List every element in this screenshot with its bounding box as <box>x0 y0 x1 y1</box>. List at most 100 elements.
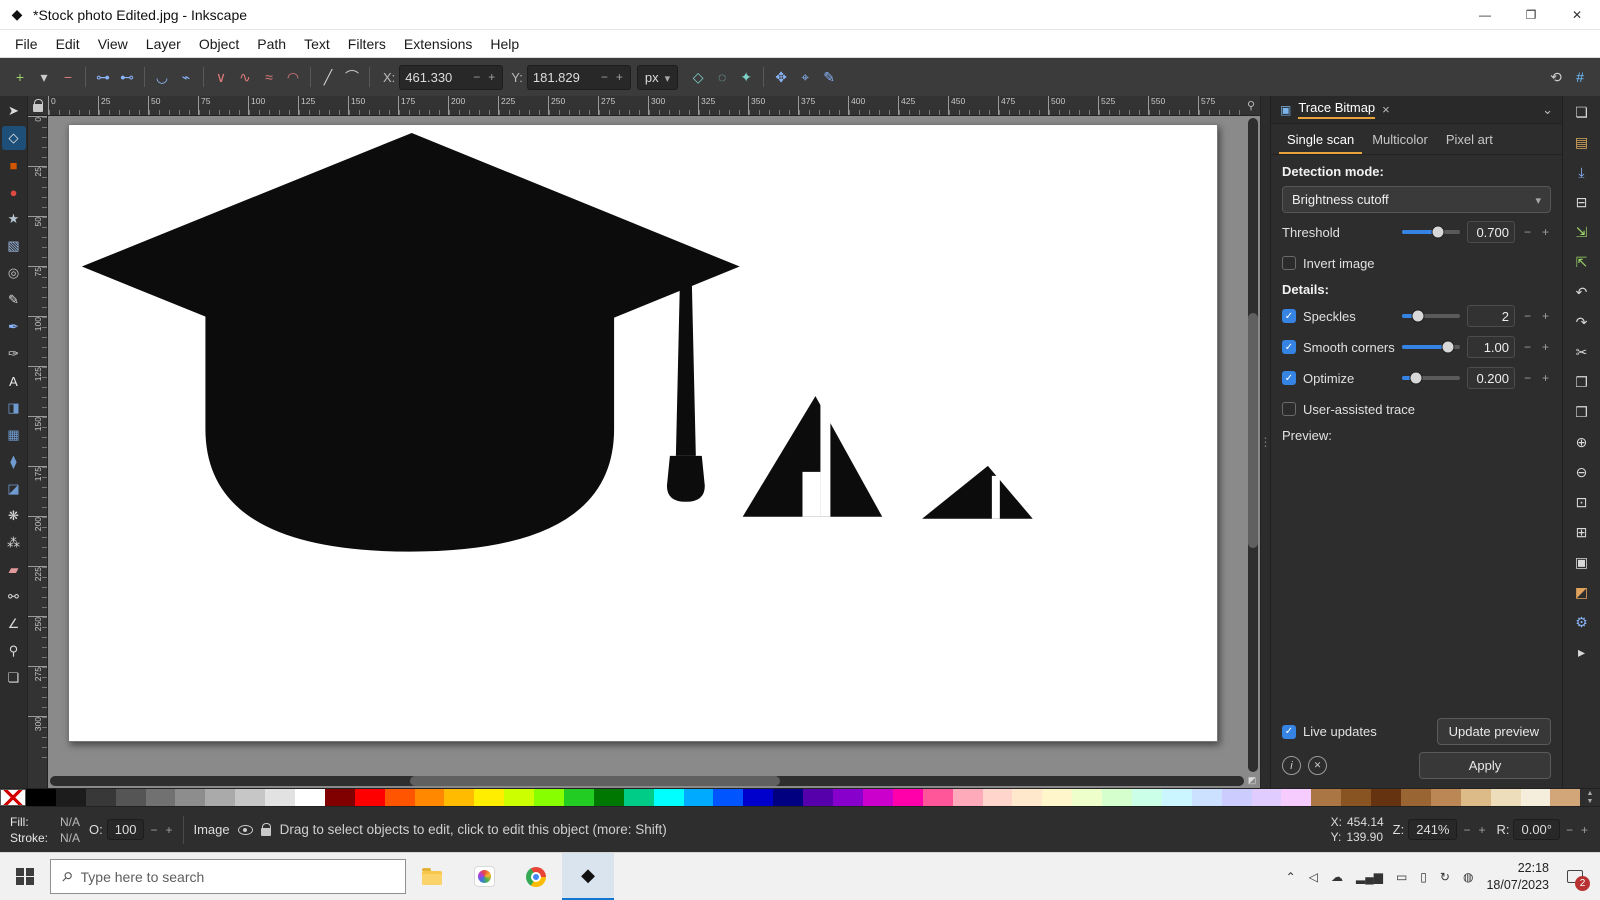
live-updates-checkbox[interactable] <box>1282 725 1296 739</box>
palette-swatch[interactable] <box>1521 789 1551 806</box>
chrome-button[interactable] <box>510 853 562 900</box>
palette-swatch[interactable] <box>235 789 265 806</box>
tweak-tool[interactable]: ❋ <box>2 504 26 528</box>
zoom-tool[interactable]: ⚲ <box>2 639 26 663</box>
palette-swatch[interactable] <box>1371 789 1401 806</box>
page[interactable] <box>68 124 1218 742</box>
palette-swatch[interactable] <box>504 789 534 806</box>
smooth-corners[interactable] <box>1402 345 1460 349</box>
palette-swatch[interactable] <box>833 789 863 806</box>
box3d-tool[interactable]: ▧ <box>2 234 26 258</box>
snap-options-icon[interactable]: ⟲ <box>1544 65 1568 89</box>
curve-segment-icon[interactable]: ⌒ <box>340 65 364 89</box>
zoom-out-icon[interactable]: ⊖ <box>1571 461 1593 483</box>
decrease-button[interactable] <box>1522 309 1533 323</box>
palette-swatch[interactable] <box>444 789 474 806</box>
battery-icon[interactable]: ▭ <box>1396 871 1407 883</box>
group-icon[interactable]: ▣ <box>1571 551 1593 573</box>
smooth-node-icon[interactable]: ∿ <box>233 65 257 89</box>
canvas[interactable] <box>48 116 1260 788</box>
triangle-shape-left[interactable] <box>743 396 883 517</box>
sep[interactable] <box>85 67 86 87</box>
collapse-panel-icon[interactable] <box>1542 102 1553 118</box>
spray-tool[interactable]: ⁂ <box>2 531 26 555</box>
maximize-button[interactable] <box>1508 0 1554 30</box>
transform-handles-icon[interactable]: ✥ <box>769 65 793 89</box>
opacity-value[interactable]: 100 <box>107 819 145 840</box>
palette-swatch[interactable] <box>713 789 743 806</box>
rotation-value[interactable]: 0.00° <box>1513 819 1560 840</box>
text-tool[interactable]: A <box>2 369 26 393</box>
graduation-cap-shape[interactable] <box>82 133 740 552</box>
search-input[interactable] <box>81 869 394 885</box>
hidden-icons-chevron[interactable]: ⌃ <box>1286 871 1296 883</box>
palette-swatch[interactable] <box>265 789 295 806</box>
fill-stroke-indicator[interactable]: Fill:N/A Stroke:N/A <box>10 815 80 845</box>
layer-name[interactable]: Image <box>193 822 229 837</box>
optimize[interactable] <box>1402 376 1460 380</box>
horizontal-scrollbar-thumb[interactable] <box>410 776 780 786</box>
increase-button[interactable] <box>1540 340 1551 354</box>
update-preview-button[interactable]: Update preview <box>1437 718 1551 745</box>
rectangle-tool[interactable]: ■ <box>2 153 26 177</box>
color-managed-icon[interactable] <box>1246 774 1258 786</box>
palette-swatch[interactable] <box>1550 789 1580 806</box>
palette-swatch[interactable] <box>893 789 923 806</box>
menu-item[interactable]: Layer <box>137 32 190 56</box>
palette-swatch[interactable] <box>1281 789 1311 806</box>
zoom-value[interactable]: 241% <box>1408 819 1457 840</box>
palette-swatch[interactable] <box>1491 789 1521 806</box>
inkscape-taskbar-button[interactable] <box>562 853 614 900</box>
palette-swatch[interactable] <box>953 789 983 806</box>
update-icon[interactable]: ↻ <box>1440 871 1450 883</box>
palette-swatch[interactable] <box>295 789 325 806</box>
opacity-decrease-button[interactable] <box>148 823 159 837</box>
palette-swatch[interactable] <box>983 789 1013 806</box>
pen-tool[interactable]: ✒ <box>2 315 26 339</box>
redo-icon[interactable]: ↷ <box>1571 311 1593 333</box>
optimize[interactable] <box>1282 371 1296 385</box>
calligraphy-tool[interactable]: ✑ <box>2 342 26 366</box>
x-coordinate-field[interactable]: 461.330 <box>399 65 503 90</box>
network-icon[interactable]: ▂▄▆ <box>1356 871 1383 883</box>
auto-node-icon[interactable]: ◠ <box>281 65 305 89</box>
cancel-icon[interactable] <box>1308 756 1327 775</box>
palette-swatch[interactable] <box>175 789 205 806</box>
detection-mode-select[interactable]: Brightness cutoff <box>1282 186 1551 213</box>
increase-button[interactable] <box>1540 371 1551 385</box>
sep[interactable] <box>144 67 145 87</box>
paste-icon[interactable]: ❒ <box>1571 401 1593 423</box>
x-increase-button[interactable] <box>486 70 497 84</box>
show-handles-icon[interactable]: ⌖ <box>793 65 817 89</box>
palette-swatch[interactable] <box>415 789 445 806</box>
print-icon[interactable]: ⊟ <box>1571 191 1593 213</box>
symmetric-node-icon[interactable]: ≈ <box>257 65 281 89</box>
horizontal-scrollbar[interactable] <box>50 776 1244 786</box>
palette-swatch[interactable] <box>1431 789 1461 806</box>
rotation-increase-button[interactable] <box>1579 823 1590 837</box>
unit-select[interactable]: px <box>637 65 678 90</box>
volume-icon[interactable]: ◁ <box>1309 871 1318 883</box>
menu-item[interactable]: Object <box>190 32 248 56</box>
palette-swatch[interactable] <box>534 789 564 806</box>
tab-multicolor[interactable]: Multicolor <box>1364 129 1436 154</box>
tab-single-scan[interactable]: Single scan <box>1279 129 1362 154</box>
palette-swatch[interactable] <box>773 789 803 806</box>
palette-swatch[interactable] <box>654 789 684 806</box>
star-tool[interactable]: ★ <box>2 207 26 231</box>
threshold-increase-button[interactable] <box>1540 225 1551 239</box>
selector-tool[interactable]: ➤ <box>2 99 26 123</box>
palette-swatch[interactable] <box>56 789 86 806</box>
palette-swatch[interactable] <box>26 789 56 806</box>
globe-icon[interactable]: ◍ <box>1463 871 1473 883</box>
threshold-decrease-button[interactable] <box>1522 225 1533 239</box>
export-icon[interactable]: ⇱ <box>1571 251 1593 273</box>
smooth-corners[interactable] <box>1282 340 1296 354</box>
ruler-corner[interactable] <box>28 96 48 116</box>
show-outline-icon[interactable]: ✎ <box>817 65 841 89</box>
snap-toggle-icon[interactable]: # <box>1568 65 1592 89</box>
tassel-cord[interactable] <box>676 282 696 455</box>
import-icon[interactable]: ⇲ <box>1571 221 1593 243</box>
break-nodes-icon[interactable]: ⊷ <box>115 65 139 89</box>
speckles[interactable] <box>1282 309 1296 323</box>
